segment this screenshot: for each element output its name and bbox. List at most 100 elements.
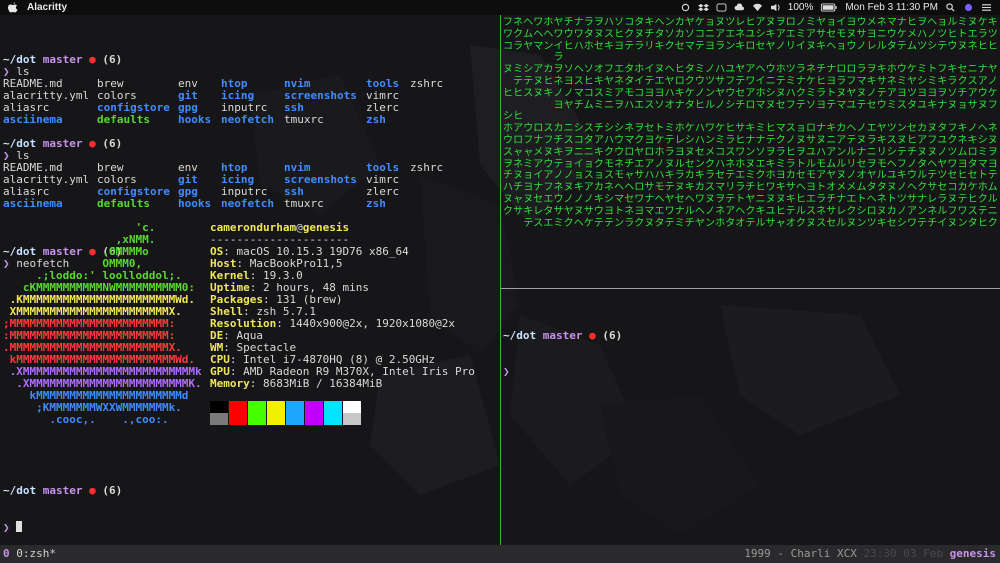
ls-entry[interactable]: defaults	[97, 114, 150, 126]
session-index[interactable]: 0	[3, 547, 10, 560]
ls-entry[interactable]: defaults	[97, 198, 150, 210]
matrix-column: ツ エ ン ユ フ ウ シ ヒ ラ ス ネ テ リ テ ア タ	[725, 17, 736, 229]
matrix-column: ワ ヘ マ ア ヌ ヌ ロ ナ メ ア イ ナ セ レ ス	[533, 17, 544, 229]
menu-clock[interactable]: Mon Feb 3 11:30 PM	[845, 2, 938, 13]
pane-divider-horizontal[interactable]	[501, 288, 1000, 289]
sync-icon[interactable]	[680, 3, 691, 12]
right-bottom-terminal-pane[interactable]: ~/dot master ● (6) ❯	[503, 306, 622, 390]
now-playing: 1999 - Charli XCX	[744, 547, 857, 560]
matrix-column: レ ネ キ ヤ テ セ チ サ ヒ ワ ホ エ ラ ト ヘ オ	[735, 17, 746, 229]
color-swatch	[286, 401, 304, 413]
ls-entry[interactable]: neofetch	[221, 198, 274, 210]
ls-entry[interactable]: hooks	[178, 198, 211, 210]
info-colon: :	[249, 377, 263, 390]
matrix-column: メ ヨ レ ヲ キ ノ セ エ ラ ニ ヲ ヤ タ ヘ ロ ツ	[866, 17, 877, 229]
logo-line: .cooc,. .,coo:.	[3, 413, 169, 426]
color-swatch	[343, 401, 361, 413]
matrix-column: ネ ニ ル キ サ テ ウ ヤ キ リ モ ル タ ネ ヌ キ	[876, 17, 887, 229]
ls-entry[interactable]: tmuxrc	[284, 198, 324, 210]
matrix-column: ラ タ ホ ソ ヒ コ ム ス タ ニ ョ ス ア ノ サ ケ	[583, 17, 594, 229]
matrix-column: ヒ ユ ロ ア ワ ア ロ キ ナ ン ヌ ミ チ ヤ ク テ	[745, 17, 756, 229]
matrix-column: ナ ケ テ ウ ミ ヨ ス ン ヌ テ フ キ ノ ツ ノ シ	[896, 17, 907, 229]
matrix-column: ヲ ヌ セ オ キ ス ミ チ ア キ ク ョ カ キ ウ テ	[593, 17, 604, 229]
terminal-cursor[interactable]	[16, 521, 23, 532]
battery-icon[interactable]	[820, 3, 838, 12]
status-time: 23:30 03 Feb	[863, 547, 944, 560]
ls-entry[interactable]: asciinema	[3, 198, 63, 210]
cloud-icon[interactable]	[734, 3, 745, 12]
prompt-branch: master	[42, 53, 83, 66]
info-value: 8683MiB / 16384MiB	[263, 377, 383, 390]
matrix-column: カ カ セ ヒ ロ キ ナ ホ レ ヨ ル ラ ヌ セ ナ ミ	[674, 17, 685, 229]
prompt-line: ~/dot master ● (6)	[3, 485, 122, 497]
matrix-column: タ ヌ ラ ホ イ コ エ ヲ ク ヤ エ サ ロ ワ ヨ ク	[634, 17, 645, 229]
matrix-column: キ チ リ イ テ ヨ ス セ ヨ ロ ア ハ サ ナ マ ヌ	[644, 17, 655, 229]
info-line: Memory: 8683MiB / 16384MiB	[210, 378, 475, 390]
matrix-column: イ モ ョ ロ ラ ヌ マ カ ア ン ル ヌ メ ナ レ ル	[836, 17, 847, 229]
scroll-icon[interactable]	[716, 3, 727, 12]
matrix-column: ヲ ハ ツ ミ シ ヨ ユ カ ア ヌ タ ル ク ナ ン テ	[917, 17, 928, 229]
matrix-column: ヌ キ ヤ ウ ニ シ ヌ ヒ テ ヲ キ ホ ワ ヌ ユ サ	[765, 17, 776, 229]
matrix-rain-pane[interactable]: フ ワ コ ヌ ヒ シ ホ ウ ス ヲ チ ハ ヌ クネ ク ラ ミ テ ヒ ヒ…	[503, 17, 997, 287]
matrix-column: ヘ ム ヤ シ テ ス ウ フ ャ ミ ョ ヨ ヌ キ テ	[523, 17, 534, 229]
color-swatch	[229, 401, 247, 413]
ls-entry[interactable]: hooks	[178, 114, 211, 126]
matrix-column: ョ ニ ヨ ノ ツ ン ル ワ ン メ ク ラ ス ヌ ノ ン	[705, 17, 715, 229]
status-host: genesis	[949, 547, 996, 560]
matrix-column: ソ ヒ ヨ エ ネ ア ヲ シ ウ ウ ネ モ ヘ マ ト ン	[614, 17, 625, 229]
window-tab[interactable]: 0:zsh*	[16, 547, 56, 560]
matrix-column: ア シ セ ヘ イ ホ マ ミ ナ ソ エ ク ヒ ニ キ ル	[755, 17, 766, 229]
matrix-column: マ ウ タ ホ ネ ア ミ ツ ス シ ヘ ユ ヌ ト カ セ	[886, 17, 897, 229]
ls-output-container: ~/dot master ● (6) ❯ ls README.md brew env ht…	[3, 54, 495, 222]
matrix-column: ヌ エ ネ ニ ス ア サ ノ キ ロ タ セ ケ ヒ ス タ	[967, 17, 978, 229]
ls-entry[interactable]: zsh	[366, 198, 386, 210]
prompt-count: (6)	[102, 484, 123, 497]
ls-entry[interactable]: zshrc	[410, 162, 443, 174]
left-active-prompt[interactable]: ~/dot master ● (6) ❯	[3, 461, 122, 545]
tmux-status-bar: 0 0:zsh* 1999 - Charli XCX 23:30 03 Feb …	[0, 545, 1000, 563]
wifi-icon[interactable]	[752, 3, 763, 12]
menu-icon[interactable]	[981, 3, 992, 12]
matrix-column: ン ソ ク ヘ ヤ ハ オ ミ テ ラ ヌ キ テ ヤ ワ テ	[664, 17, 675, 229]
matrix-column: ョ ツ テ フ キ ヲ ナ タ ユ ノ ヤ ツ セ ラ ル イ	[937, 17, 948, 229]
prompt-branch: master	[42, 484, 83, 497]
color-swatch	[305, 401, 323, 413]
matrix-column: ホ ヘ ン カ ヒ キ ス フ ヌ ウ ア フ エ タ エ	[543, 17, 554, 229]
prompt-dir: ~/dot	[3, 484, 37, 497]
menu-bar: Alacritty 100% Mon Feb 3 11:30 PM	[0, 0, 1000, 15]
prompt-branch: master	[542, 329, 583, 342]
color-swatch	[324, 413, 342, 425]
matrix-column: ヨ ヌ ウ ロ フ ヤ ユ ヘ テ ル リ ノ メ エ ク ヌ	[846, 17, 857, 229]
ls-entry[interactable]: zshrc	[410, 78, 443, 90]
siri-icon[interactable]	[963, 3, 974, 12]
app-name-menu[interactable]: Alacritty	[27, 2, 67, 13]
color-swatch	[343, 413, 361, 425]
ls-entry[interactable]: tmuxrc	[284, 114, 324, 126]
ls-entry[interactable]: neofetch	[221, 114, 274, 126]
matrix-column: キ ツ ヒ ヤ ノ ケ フ ネ ヌ ヲ ヨ テ ム ル ニ ク	[987, 17, 997, 229]
matrix-column: フ ワ コ ヌ ヒ シ ホ ウ ス ヲ チ ハ ヌ ク	[503, 17, 513, 217]
dropbox-icon[interactable]	[697, 3, 709, 12]
prompt-line: ~/dot master ● (6)	[503, 330, 622, 342]
prompt-line: ~/dot master ● (6)	[3, 54, 495, 66]
prompt-dir: ~/dot	[503, 329, 537, 342]
prompt-line: ~/dot master ● (6)	[3, 138, 495, 150]
matrix-column: ヌ ア ラ ハ サ ヤ ノ ケ ミ コ ハ セ マ ヲ ネ ホ	[715, 17, 726, 229]
prompt-branch: master	[42, 137, 83, 150]
matrix-column: ヤ サ キ チ ヒ ラ ヨ ナ ヌ ハ モ ア ト ラ ネ ス	[816, 17, 827, 229]
volume-icon[interactable]	[770, 3, 781, 12]
ls-entry[interactable]: asciinema	[3, 114, 63, 126]
matrix-column: ハ ス キ フ ヤ ミ ニ シ ハ ク モ ス ネ シ ヨ テ	[604, 17, 614, 229]
ls-entry[interactable]: zsh	[366, 114, 386, 126]
ls-row: asciinema defaults hooks neofetch tmuxrc zsh	[3, 114, 495, 126]
apple-icon[interactable]	[8, 2, 18, 13]
matrix-column: ヤ ソ マ タ ク ケ タ ケ シ ヌ セ カ キ ヘ ル チ	[684, 17, 695, 229]
matrix-column: ケ ラ ヒ ナ ア ウ ヌ ヘ シ ミ マ ト ホ ク テ ヒ	[977, 17, 988, 229]
search-icon[interactable]	[945, 3, 956, 12]
matrix-column: コ ク テ タ タ モ ハ ネ マ ロ チ ャ ヘ セ ネ ラ	[624, 17, 635, 229]
color-swatch	[286, 413, 304, 425]
color-swatch	[267, 413, 285, 425]
matrix-column: ヒ メ ム ケ ヤ ツ タ セ ヒ チ ノ ウ ヘ サ ア ワ	[907, 17, 917, 229]
pane-divider-vertical[interactable]	[500, 15, 501, 545]
prompt-dot-icon: ●	[89, 137, 96, 150]
